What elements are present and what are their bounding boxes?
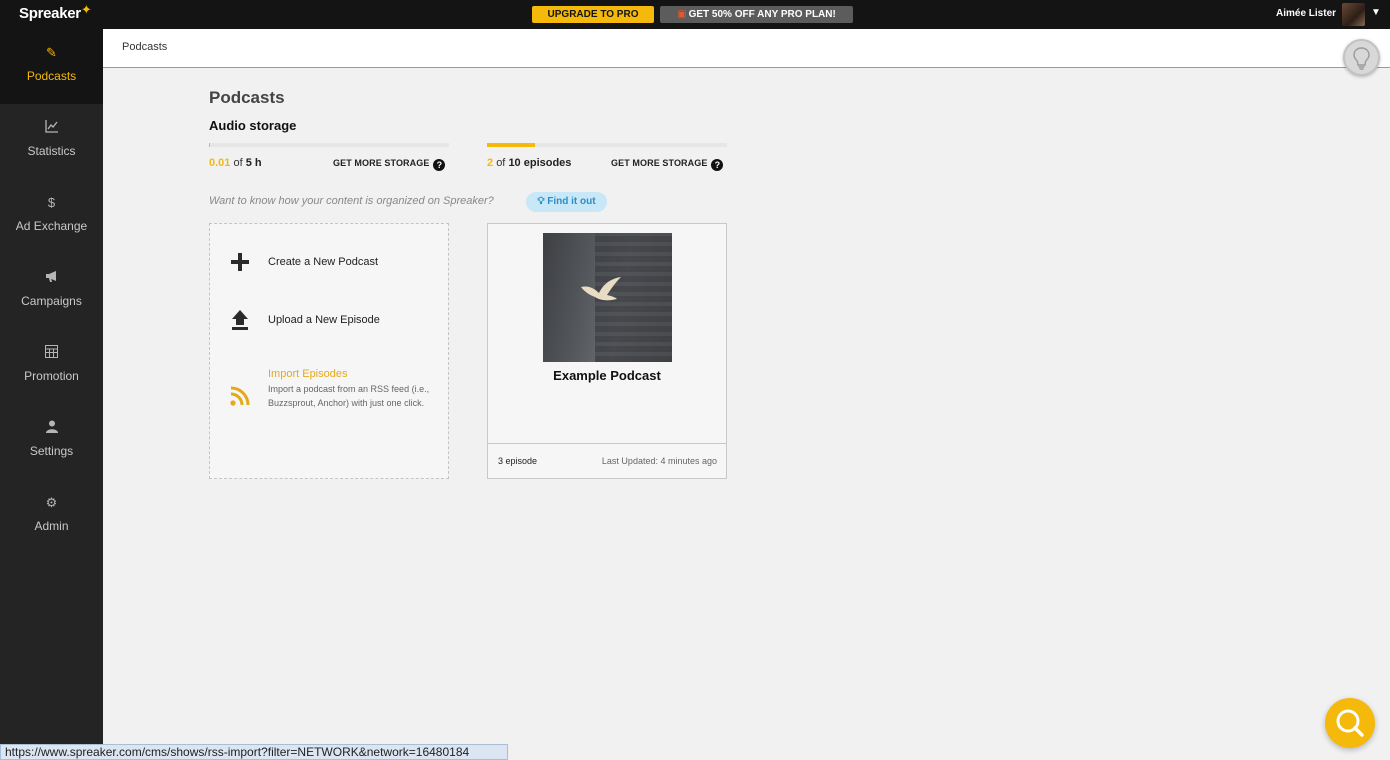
organization-hint: Want to know how your content is organiz… [209, 195, 494, 207]
sidebar-item-campaigns[interactable]: Campaigns [0, 254, 103, 329]
chevron-down-icon[interactable]: ▼ [1371, 7, 1381, 18]
create-podcast-label: Create a New Podcast [268, 256, 379, 268]
sidebar-item-settings[interactable]: Settings [0, 404, 103, 479]
import-episodes-action[interactable]: Import Episodes Import a podcast from an… [210, 368, 448, 428]
create-podcast-action[interactable]: Create a New Podcast [210, 252, 448, 276]
episode-storage-fill [487, 143, 535, 147]
dove-image [581, 277, 621, 301]
help-icon[interactable]: ? [433, 159, 446, 171]
podcast-cover-image[interactable] [543, 233, 672, 362]
sidebar-item-ad-exchange[interactable]: $ Ad Exchange [0, 179, 103, 254]
rss-icon [230, 386, 250, 410]
sidebar-item-label: Podcasts [26, 69, 77, 83]
plus-icon [230, 252, 250, 276]
sidebar-item-label: Settings [29, 444, 74, 458]
sidebar-item-label: Statistics [27, 144, 76, 158]
search-icon [1336, 709, 1364, 737]
help-icon[interactable]: ? [711, 159, 724, 171]
storage-title: Audio storage [209, 118, 297, 133]
episode-storage-text: 2 of 10 episodes [487, 157, 571, 169]
user-icon [0, 420, 103, 438]
episode-storage-of: of [496, 157, 506, 169]
gift-icon: ▣ [677, 9, 687, 20]
upload-icon [230, 309, 250, 335]
sidebar-item-label: Admin [34, 519, 69, 533]
avatar[interactable] [1342, 3, 1365, 26]
spreaker-logo[interactable]: Spreaker✦ [19, 2, 92, 22]
pencil-icon: ✎ [46, 45, 57, 60]
top-bar: Spreaker✦ UPGRADE TO PRO ▣ GET 50% OFF AN… [0, 0, 1390, 29]
browser-status-url: https://www.spreaker.com/cms/shows/rss-i… [0, 744, 508, 760]
upload-episode-action[interactable]: Upload a New Episode [210, 309, 448, 333]
sidebar-item-admin[interactable]: ⚙ Admin [0, 479, 103, 554]
get-more-storage-label: GET MORE STORAGE [333, 158, 430, 168]
audio-storage-meter [209, 143, 449, 147]
upgrade-to-pro-button[interactable]: UPGRADE TO PRO [532, 6, 654, 23]
username[interactable]: Aimée Lister [1276, 8, 1336, 19]
episode-count: 3 episode [498, 456, 538, 466]
breadcrumb[interactable]: Podcasts [122, 41, 167, 53]
find-it-out-label: Find it out [547, 196, 596, 207]
podcast-title[interactable]: Example Podcast [488, 368, 726, 383]
episode-storage-used: 2 [487, 157, 494, 169]
podcast-actions-panel: Create a New Podcast Upload a New Episod… [209, 223, 449, 479]
promo-label: GET 50% OFF ANY PRO PLAN! [688, 9, 836, 20]
megaphone-icon [0, 270, 103, 288]
import-episodes-description: Import a podcast from an RSS feed (i.e.,… [268, 384, 430, 408]
grid-icon [0, 345, 103, 363]
episode-storage-total: 10 episodes [508, 157, 572, 169]
get-more-episodes-link[interactable]: GET MORE STORAGE? [611, 158, 724, 171]
gear-icon: ⚙ [45, 495, 58, 510]
last-updated: Last Updated: 4 minutes ago [601, 456, 717, 466]
episode-storage-meter [487, 143, 727, 147]
page-header: Podcasts [103, 29, 1390, 68]
podcast-card[interactable]: Example Podcast 3 episode Last Updated: … [487, 223, 727, 479]
page-title: Podcasts [209, 88, 285, 107]
star-icon: ✦ [80, 2, 92, 17]
sidebar-item-podcasts[interactable]: ✎ Podcasts [0, 29, 103, 104]
sidebar: ✎ Podcasts Statistics $ Ad Exchange Camp… [0, 29, 103, 760]
sidebar-item-label: Promotion [24, 369, 79, 383]
upload-episode-label: Upload a New Episode [268, 314, 380, 326]
import-episodes-title: Import Episodes [268, 368, 348, 380]
promo-button[interactable]: ▣ GET 50% OFF ANY PRO PLAN! [660, 6, 853, 23]
chart-icon [0, 120, 103, 138]
get-more-storage-link[interactable]: GET MORE STORAGE? [333, 158, 446, 171]
find-it-out-button[interactable]: 💡︎ Find it out [526, 192, 607, 212]
audio-storage-total: 5 h [245, 157, 262, 169]
get-more-storage-label: GET MORE STORAGE [611, 158, 708, 168]
audio-storage-text: 0.01 of 5 h [209, 157, 262, 169]
lightbulb-icon[interactable] [1343, 39, 1380, 76]
search-help-button[interactable] [1325, 698, 1375, 748]
sidebar-item-statistics[interactable]: Statistics [0, 104, 103, 179]
audio-storage-used: 0.01 [209, 157, 231, 169]
sidebar-item-label: Ad Exchange [15, 219, 88, 233]
audio-storage-of: of [233, 157, 243, 169]
dollar-icon: $ [47, 195, 56, 210]
sidebar-item-promotion[interactable]: Promotion [0, 329, 103, 404]
lightbulb-icon: 💡︎ [537, 196, 545, 207]
podcast-card-footer: 3 episode Last Updated: 4 minutes ago [488, 443, 726, 479]
sidebar-item-label: Campaigns [21, 294, 82, 308]
